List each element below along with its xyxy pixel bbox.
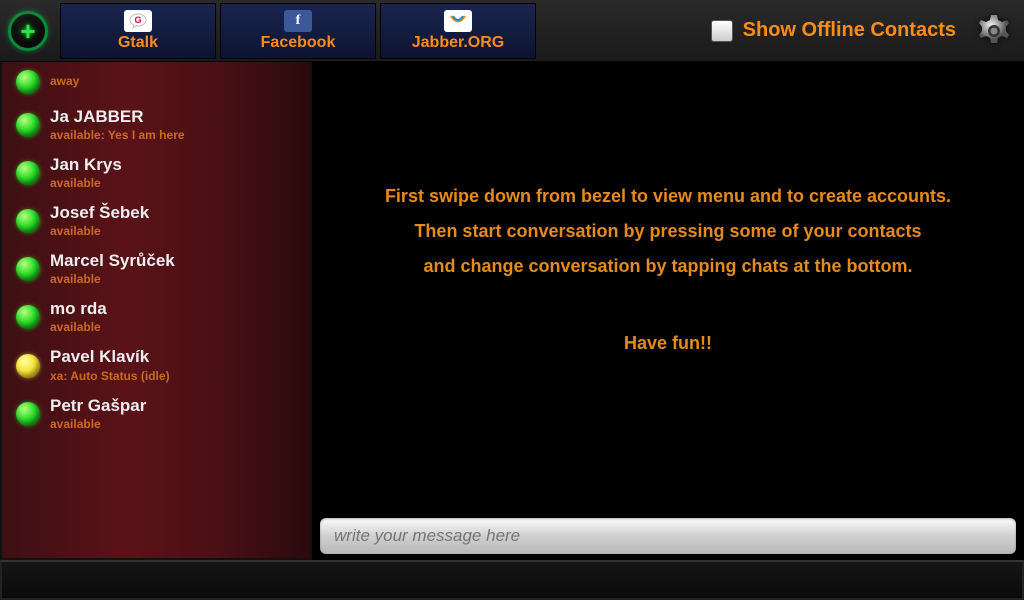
contact-status: available: Yes I am here bbox=[50, 128, 185, 142]
svg-text:G: G bbox=[134, 15, 141, 25]
account-tab-jabber[interactable]: Jabber.ORG bbox=[380, 3, 536, 59]
contact-item[interactable]: Ja JABBERavailable: Yes I am here bbox=[2, 100, 310, 148]
contact-item[interactable]: away bbox=[2, 66, 310, 100]
message-input[interactable] bbox=[320, 518, 1016, 554]
contact-status: away bbox=[50, 74, 79, 88]
chat-pane: First swipe down from bezel to view menu… bbox=[312, 62, 1024, 560]
contact-name: Ja JABBER bbox=[50, 106, 185, 128]
status-dot-icon bbox=[16, 305, 40, 329]
gtalk-icon: G bbox=[124, 10, 152, 32]
status-dot-icon bbox=[16, 402, 40, 426]
welcome-line: Then start conversation by pressing some… bbox=[414, 218, 921, 245]
contact-item[interactable]: Marcel Syrůčekavailable bbox=[2, 244, 310, 292]
contact-name: Petr Gašpar bbox=[50, 395, 146, 417]
contact-item[interactable]: mo rdaavailable bbox=[2, 292, 310, 340]
contact-list[interactable]: awayJa JABBERavailable: Yes I am hereJan… bbox=[0, 62, 312, 560]
topbar: + G Gtalk f Facebook Jabber.ORG Show Off… bbox=[0, 0, 1024, 62]
contact-status: xa: Auto Status (idle) bbox=[50, 369, 170, 383]
contact-name: Pavel Klavík bbox=[50, 346, 170, 368]
welcome-line: and change conversation by tapping chats… bbox=[423, 253, 912, 280]
add-account-button[interactable]: + bbox=[8, 11, 48, 51]
status-dot-icon bbox=[16, 70, 40, 94]
show-offline-toggle[interactable]: Show Offline Contacts bbox=[711, 19, 956, 42]
status-dot-icon bbox=[16, 209, 40, 233]
welcome-message: First swipe down from bezel to view menu… bbox=[312, 62, 1024, 518]
contact-item[interactable]: Josef Šebekavailable bbox=[2, 196, 310, 244]
status-dot-icon bbox=[16, 113, 40, 137]
contact-name: Josef Šebek bbox=[50, 202, 149, 224]
xmpp-icon bbox=[444, 10, 472, 32]
contact-item[interactable]: Pavel Klavíkxa: Auto Status (idle) bbox=[2, 340, 310, 388]
account-tab-label: Gtalk bbox=[118, 34, 158, 52]
chat-tabs-bar[interactable] bbox=[0, 560, 1024, 600]
account-tab-label: Jabber.ORG bbox=[412, 34, 504, 52]
contact-item[interactable]: Petr Gašparavailable bbox=[2, 389, 310, 437]
contact-status: available bbox=[50, 272, 175, 286]
contact-item[interactable]: Jan Krysavailable bbox=[2, 148, 310, 196]
settings-button[interactable] bbox=[972, 9, 1016, 53]
facebook-icon: f bbox=[284, 10, 312, 32]
gear-icon bbox=[974, 11, 1014, 51]
plus-icon: + bbox=[20, 18, 35, 44]
welcome-line: Have fun!! bbox=[624, 330, 712, 357]
status-dot-icon bbox=[16, 354, 40, 378]
contact-name: mo rda bbox=[50, 298, 107, 320]
contact-status: available bbox=[50, 224, 149, 238]
status-dot-icon bbox=[16, 257, 40, 281]
contact-name: Marcel Syrůček bbox=[50, 250, 175, 272]
account-tab-label: Facebook bbox=[261, 34, 336, 52]
checkbox-icon bbox=[711, 20, 733, 42]
contact-status: available bbox=[50, 176, 122, 190]
contact-name: Jan Krys bbox=[50, 154, 122, 176]
show-offline-label: Show Offline Contacts bbox=[743, 19, 956, 42]
account-tab-facebook[interactable]: f Facebook bbox=[220, 3, 376, 59]
account-tab-gtalk[interactable]: G Gtalk bbox=[60, 3, 216, 59]
status-dot-icon bbox=[16, 161, 40, 185]
contact-status: available bbox=[50, 417, 146, 431]
welcome-line: First swipe down from bezel to view menu… bbox=[385, 183, 951, 210]
contact-status: available bbox=[50, 320, 107, 334]
